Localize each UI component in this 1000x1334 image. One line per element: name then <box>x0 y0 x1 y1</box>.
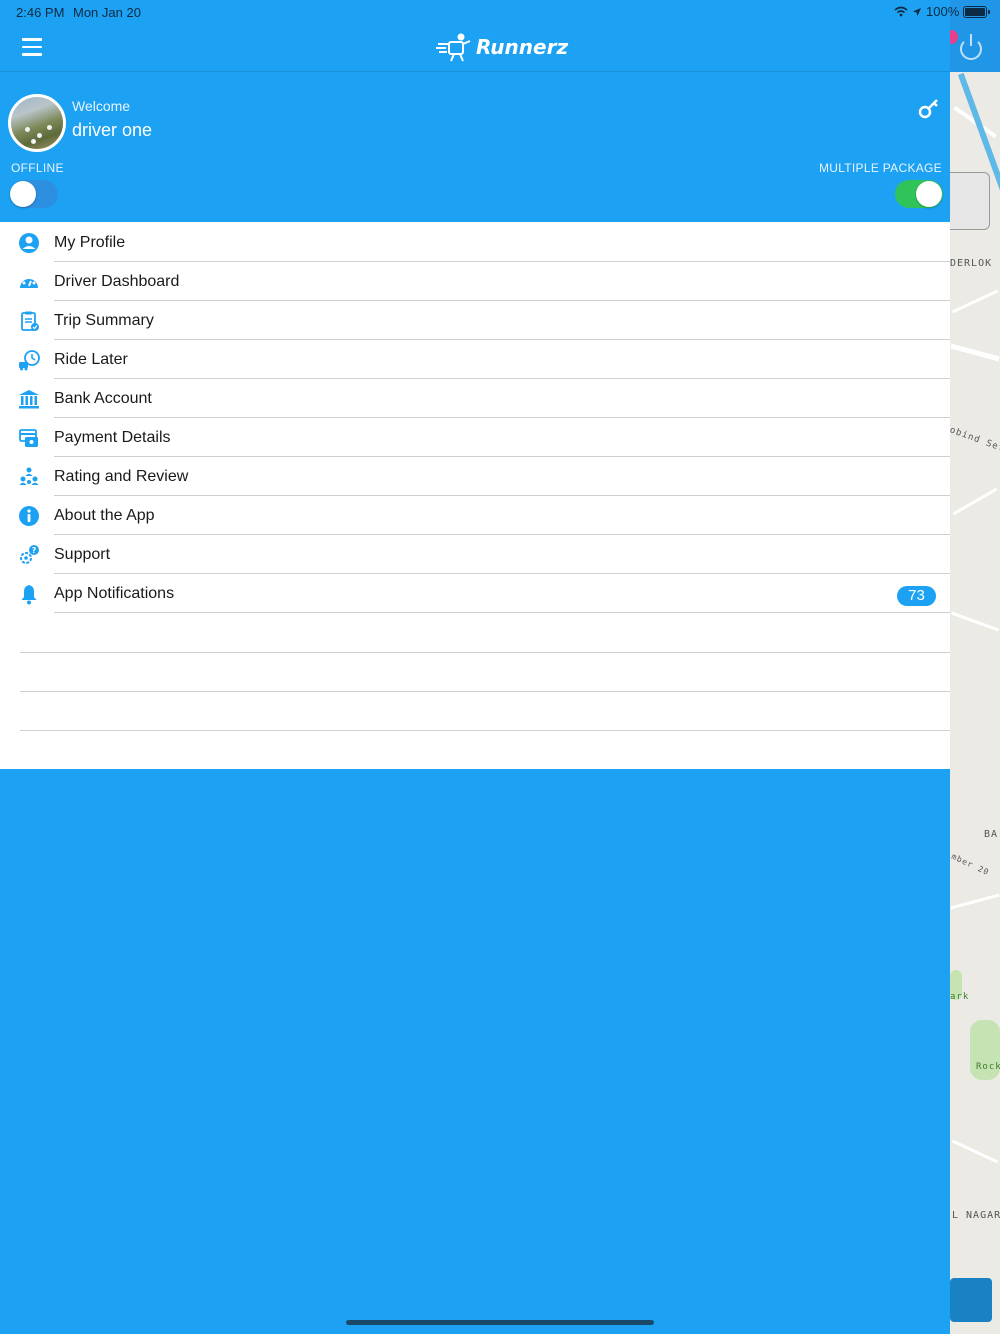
people-icon <box>19 467 39 485</box>
map-road <box>950 343 1000 362</box>
notification-count-badge: 73 <box>897 586 936 606</box>
menu-item-label: Support <box>54 546 111 563</box>
map-road <box>951 1139 999 1164</box>
map-label: mber 20 <box>950 851 991 878</box>
menu-item-label: Payment Details <box>54 429 171 446</box>
drawer-menu: My Profile Driver Dashboard Trip Summary… <box>0 222 950 769</box>
wifi-icon <box>894 6 908 17</box>
map-label: DERLOK <box>950 258 993 269</box>
bank-icon <box>19 390 39 409</box>
welcome-text: Welcome <box>72 98 131 114</box>
map-road <box>950 611 1000 632</box>
map-road <box>950 893 1000 910</box>
map-label: ark <box>950 992 970 1002</box>
menu-item-label: Bank Account <box>54 390 152 407</box>
offline-label: OFFLINE <box>11 161 64 175</box>
map-side-card[interactable] <box>950 172 990 230</box>
support-icon: ? <box>20 545 39 564</box>
menu-item-support[interactable]: ? Support <box>0 535 950 574</box>
map-road <box>951 289 999 314</box>
bell-icon <box>21 585 37 605</box>
menu-item-driver-dashboard[interactable]: Driver Dashboard <box>0 262 950 301</box>
svg-text:?: ? <box>32 546 37 555</box>
user-icon <box>19 233 39 253</box>
status-bar: 2:46 PM Mon Jan 20 <box>0 0 950 24</box>
runner-logo-icon <box>436 33 471 62</box>
menu-item-label: App Notifications <box>54 585 175 602</box>
dashboard-icon <box>20 276 38 288</box>
avatar[interactable] <box>8 94 66 152</box>
map-label: L NAGAR <box>952 1210 1000 1221</box>
menu-item-payment-details[interactable]: Payment Details <box>0 418 950 457</box>
menu-item-my-profile[interactable]: My Profile <box>0 223 950 262</box>
power-icon-line <box>970 34 972 46</box>
menu-item-about-app[interactable]: About the App <box>0 496 950 535</box>
menu-item-label: Rating and Review <box>54 468 189 485</box>
menu-item-rating-review[interactable]: Rating and Review <box>0 457 950 496</box>
menu-separator <box>20 730 950 731</box>
clipboard-icon <box>21 311 39 331</box>
map-label: obind Setu <box>950 425 1000 457</box>
menu-item-trip-summary[interactable]: Trip Summary <box>0 301 950 340</box>
location-arrow-icon <box>913 7 921 16</box>
menu-item-label: About the App <box>54 507 155 524</box>
map-label: Rock <box>976 1062 1000 1072</box>
side-drawer: Runnerz 2:46 PM Mon Jan 20 Welcome drive… <box>0 0 950 1334</box>
menu-item-label: Driver Dashboard <box>54 273 180 290</box>
driver-name: driver one <box>72 120 153 140</box>
payment-icon <box>19 429 38 447</box>
profile-header: Welcome driver one OFFLINE MULTIPLE PACK… <box>0 73 950 223</box>
toggle-knob <box>916 181 942 207</box>
toggle-knob <box>10 181 36 207</box>
clock-truck-icon <box>19 350 40 371</box>
home-indicator <box>346 1320 654 1325</box>
menu-separator <box>20 691 950 692</box>
battery-percent: 100% <box>926 4 960 19</box>
map-label: BA <box>984 829 999 840</box>
info-icon <box>19 506 39 526</box>
status-time: 2:46 PM <box>16 5 65 20</box>
menu-item-label: Trip Summary <box>54 312 154 329</box>
map-road <box>952 487 998 516</box>
menu-item-label: Ride Later <box>54 351 128 368</box>
key-icon[interactable] <box>918 97 940 119</box>
online-status-toggle[interactable] <box>10 180 58 208</box>
map-view[interactable]: DERLOK obind Setu BA mber 20 ark Rock L … <box>950 0 1000 1334</box>
menu-item-label: My Profile <box>54 234 126 251</box>
menu-item-bank-account[interactable]: Bank Account <box>0 379 950 418</box>
status-bar-right: 100% <box>894 4 991 19</box>
map-action-button[interactable] <box>950 1278 992 1322</box>
hamburger-menu-icon[interactable] <box>22 38 42 56</box>
app-logo: Runnerz <box>436 32 568 62</box>
battery-icon <box>963 5 991 18</box>
nav-bar: Runnerz <box>0 24 950 72</box>
status-date: Mon Jan 20 <box>73 5 141 20</box>
app-name: Runnerz <box>476 35 569 59</box>
menu-separator <box>20 652 950 653</box>
multiple-package-label: MULTIPLE PACKAGE <box>818 161 942 175</box>
menu-item-app-notifications[interactable]: App Notifications 73 <box>0 574 950 613</box>
menu-item-ride-later[interactable]: Ride Later <box>0 340 950 379</box>
multiple-package-toggle[interactable] <box>895 180 943 208</box>
